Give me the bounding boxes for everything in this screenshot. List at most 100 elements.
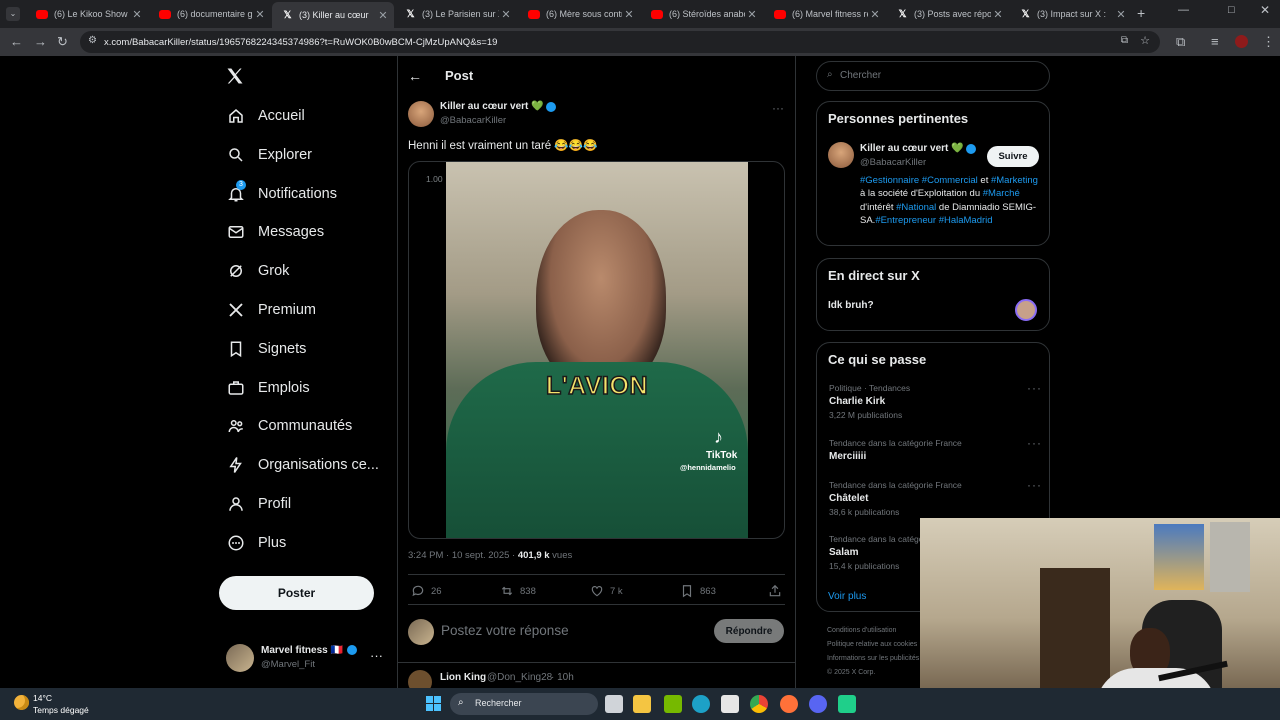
browser-tab[interactable]: 𝕏 (3) Le Parisien sur X ✕ (395, 4, 517, 24)
person-name[interactable]: Killer au cœur vert 💚 (860, 143, 964, 154)
back-icon[interactable]: ← (10, 34, 23, 49)
weather-widget[interactable]: 14°C Temps dégagé (10, 690, 130, 718)
live-host-avatar[interactable] (1015, 299, 1037, 321)
trend-item[interactable]: Tendance dans la catégorie France Merciii… (829, 438, 1039, 465)
trend-more-icon[interactable]: ··· (1027, 381, 1042, 395)
more-dots-icon[interactable]: ··· (370, 648, 383, 663)
nav-item-messages[interactable]: Messages (226, 217, 324, 247)
nav-item-accueil[interactable]: Accueil (226, 101, 305, 131)
share-action[interactable] (768, 584, 788, 598)
trend-item[interactable]: Politique · Tendances Charlie Kirk 3,22 M … (829, 383, 1039, 420)
post-button[interactable]: Poster (219, 576, 374, 610)
author-handle[interactable]: @BabacarKiller (440, 115, 506, 126)
start-button[interactable] (426, 696, 441, 711)
show-more-link[interactable]: Voir plus (828, 591, 866, 602)
site-info-icon[interactable]: ⚙ (88, 35, 97, 46)
person-handle[interactable]: @BabacarKiller (860, 157, 926, 168)
app-icon[interactable] (838, 695, 856, 713)
trend-more-icon[interactable]: ··· (1027, 478, 1042, 492)
x-logo-icon[interactable] (225, 66, 247, 88)
hashtag-link[interactable]: #Commercial (922, 175, 978, 186)
nav-item-premium[interactable]: Premium (226, 295, 316, 325)
hashtag-link[interactable]: #Marketing (991, 175, 1038, 186)
hashtag-link[interactable]: #Entrepreneur (875, 215, 936, 226)
hashtag-link[interactable]: #Marché (983, 188, 1020, 199)
reply-author-handle[interactable]: @Don_King28 (487, 672, 552, 683)
repost-action[interactable]: 838 (500, 584, 536, 598)
install-app-icon[interactable]: ⧉ (1121, 35, 1128, 46)
browser-tab[interactable]: 𝕏 (3) Posts avec répons✕ (887, 4, 1009, 24)
new-tab-button[interactable]: + (1137, 5, 1145, 21)
browser-tab[interactable]: (6) Le Kikoo Show - Y✕ (26, 4, 148, 24)
hashtag-link[interactable]: #Gestionnaire (860, 175, 919, 186)
extensions-icon[interactable]: ⧉ (1176, 34, 1185, 50)
reply-button[interactable]: Répondre (714, 619, 784, 643)
reply-item[interactable]: Lion King @Don_King28 · 10h (408, 670, 785, 688)
file-explorer-icon[interactable] (633, 695, 651, 713)
nav-item-emplois[interactable]: Emplois (226, 373, 310, 403)
trend-more-icon[interactable]: ··· (1027, 436, 1042, 450)
edge-icon[interactable] (692, 695, 710, 713)
store-icon[interactable] (721, 695, 739, 713)
minimize-icon[interactable]: — (1178, 4, 1189, 16)
close-tab-icon[interactable]: ✕ (1114, 8, 1128, 21)
search-input[interactable]: ⌕ Chercher (816, 61, 1050, 91)
maximize-icon[interactable]: □ (1228, 4, 1235, 16)
nav-item-notifications[interactable]: 3 Notifications (226, 179, 337, 209)
nav-item-signets[interactable]: Signets (226, 334, 306, 364)
reload-icon[interactable]: ↻ (57, 34, 68, 50)
author-name[interactable]: Killer au cœur vert 💚 (440, 101, 544, 112)
close-tab-icon[interactable]: ✕ (253, 8, 267, 21)
task-view-icon[interactable] (605, 695, 623, 713)
close-tab-icon[interactable]: ✕ (376, 9, 390, 22)
browser-tab[interactable]: (6) Stéroïdes anaboli ✕ (641, 4, 763, 24)
bookmark-action[interactable]: 863 (680, 584, 716, 598)
browser-tab[interactable]: (6) Mère sous contra ✕ (518, 4, 640, 24)
live-item-title[interactable]: Idk bruh? (828, 300, 874, 311)
address-bar[interactable]: ⚙ x.com/BabacarKiller/status/19657682243… (80, 31, 1160, 53)
reply-action[interactable]: 26 (411, 584, 442, 598)
avatar[interactable] (828, 142, 854, 168)
nav-item-explorer[interactable]: Explorer (226, 140, 312, 170)
nav-item-profil[interactable]: Profil (226, 489, 291, 519)
discord-icon[interactable] (809, 695, 827, 713)
browser-tab[interactable]: 𝕏 (3) Impact sur X : ✕ (1010, 4, 1132, 24)
close-tab-icon[interactable]: ✕ (745, 8, 759, 21)
hashtag-link[interactable]: #National (896, 202, 936, 213)
taskbar-search[interactable]: ⌕ Rechercher (450, 693, 598, 715)
follow-button[interactable]: Suivre (987, 146, 1039, 167)
post-more-icon[interactable]: ··· (772, 101, 784, 115)
nav-item-grok[interactable]: Grok (226, 256, 289, 286)
close-tab-icon[interactable]: ✕ (868, 8, 882, 21)
close-tab-icon[interactable]: ✕ (499, 8, 513, 21)
playback-speed[interactable]: 1.00 (426, 174, 443, 184)
like-action[interactable]: 7 k (590, 584, 623, 598)
video-player[interactable]: 1.00 L'AVION ♪ TikTok @hennidamelio (408, 161, 785, 539)
reply-author-name[interactable]: Lion King (440, 672, 486, 683)
close-tab-icon[interactable]: ✕ (622, 8, 636, 21)
browser-menu-icon[interactable]: ⋮ (1262, 34, 1275, 50)
profile-avatar[interactable] (1235, 35, 1248, 48)
forward-icon[interactable]: → (34, 34, 47, 49)
nav-item-organisations-ce[interactable]: Organisations ce... (226, 450, 379, 480)
trend-item[interactable]: Tendance dans la catégorie France Châtele… (829, 480, 1039, 517)
browser-tab[interactable]: 𝕏 (3) Killer au cœur ✕ (272, 2, 394, 28)
back-arrow-icon[interactable]: ← (408, 68, 422, 84)
nav-item-communautés[interactable]: Communautés (226, 411, 352, 441)
post-timestamp[interactable]: 3:24 PM · 10 sept. 2025 · (408, 550, 518, 561)
firefox-icon[interactable] (780, 695, 798, 713)
browser-tab[interactable]: (6) documentaire gpa✕ (149, 4, 271, 24)
browser-tab[interactable]: (6) Marvel fitness re ✕ (764, 4, 886, 24)
tab-list-chevron-icon[interactable]: ⌄ (6, 7, 20, 21)
media-control-icon[interactable]: ≡ (1211, 34, 1219, 49)
close-tab-icon[interactable]: ✕ (130, 8, 144, 21)
hashtag-link[interactable]: #HalaMadrid (939, 215, 993, 226)
close-window-icon[interactable]: ✕ (1260, 3, 1270, 17)
author-avatar[interactable] (408, 101, 434, 127)
reply-input[interactable]: Postez votre réponse (441, 623, 569, 638)
nvidia-icon[interactable] (664, 695, 682, 713)
close-tab-icon[interactable]: ✕ (991, 8, 1005, 21)
chrome-icon[interactable] (750, 695, 768, 713)
bookmark-star-icon[interactable]: ☆ (1140, 34, 1150, 47)
account-switcher[interactable]: Marvel fitness 🇫🇷 @Marvel_Fit ··· (226, 642, 386, 674)
